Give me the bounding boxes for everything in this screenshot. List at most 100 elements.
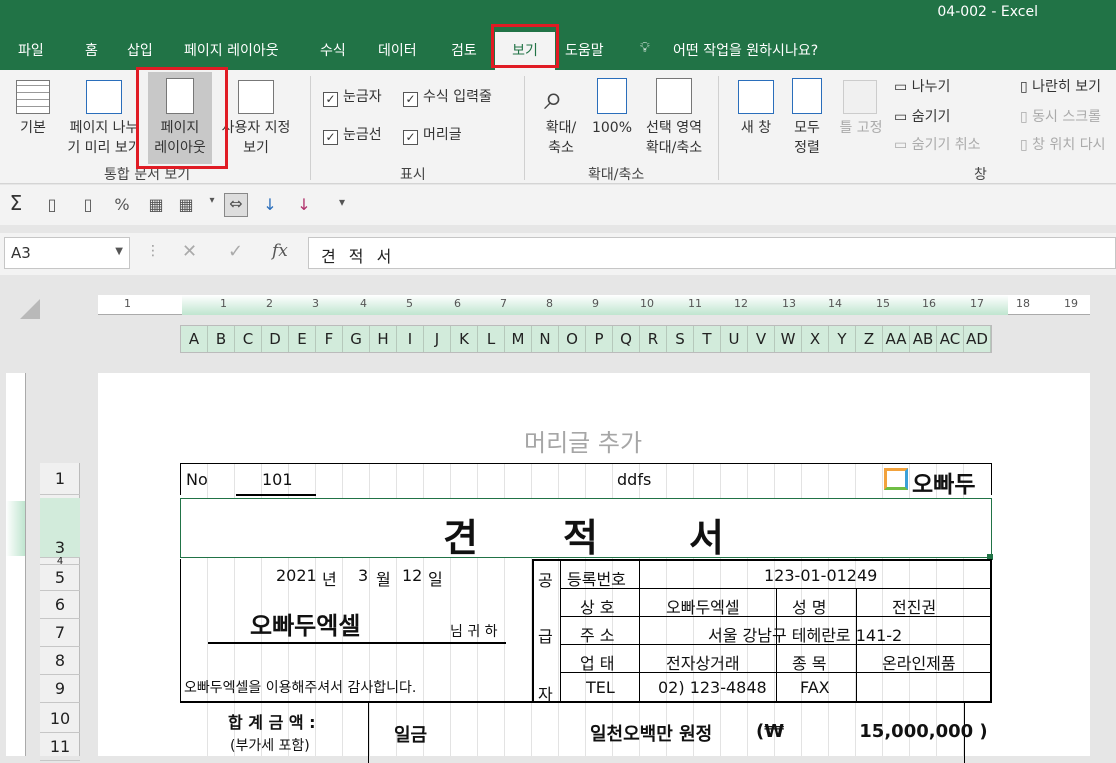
tab-data[interactable]: 데이터	[378, 40, 417, 62]
column-header-p[interactable]: P	[586, 326, 613, 352]
date-day[interactable]: 12	[402, 566, 422, 585]
column-header-q[interactable]: Q	[613, 326, 640, 352]
merge-cells-icon[interactable]: ▦	[144, 195, 168, 214]
normal-view-button[interactable]: 기본	[10, 118, 56, 138]
customize-qat-icon[interactable]: ▾	[330, 195, 354, 209]
column-header-c[interactable]: C	[235, 326, 262, 352]
gridlines-checkbox[interactable]: ✓ 눈금선	[323, 124, 382, 145]
title-cell[interactable]: 견 적 서	[180, 498, 992, 560]
column-header-a[interactable]: A	[181, 326, 208, 352]
split-button[interactable]: ▭ 나누기	[894, 76, 950, 96]
column-header-z[interactable]: Z	[856, 326, 883, 352]
insert-function-fx-icon[interactable]: fx	[272, 241, 288, 261]
column-header-g[interactable]: G	[343, 326, 370, 352]
arrange-all-button[interactable]: 모두 정렬	[786, 118, 828, 158]
autosum-icon[interactable]: Σ	[4, 191, 28, 215]
tab-file[interactable]: 파일	[18, 40, 44, 62]
fit-width-icon[interactable]: ⇔	[224, 193, 248, 217]
no-value[interactable]: 101	[262, 470, 293, 489]
reg-no-value[interactable]: 123-01-01249	[764, 566, 877, 585]
tab-page-layout[interactable]: 페이지 레이아웃	[184, 40, 279, 62]
column-header-l[interactable]: L	[478, 326, 505, 352]
client-name[interactable]: 오빠두엑셀	[250, 606, 360, 641]
ruler-checkbox[interactable]: ✓ 눈금자	[323, 86, 382, 107]
row-header-9[interactable]: 9	[40, 675, 80, 703]
column-header-t[interactable]: T	[694, 326, 721, 352]
column-header-aa[interactable]: AA	[883, 326, 910, 352]
formula-bar-checkbox[interactable]: ✓ 수식 입력줄	[403, 86, 492, 107]
ddfs-cell[interactable]: ddfs	[617, 470, 651, 489]
column-header-n[interactable]: N	[532, 326, 559, 352]
row-header-8[interactable]: 8	[40, 647, 80, 675]
column-header-s[interactable]: S	[667, 326, 694, 352]
column-header-r[interactable]: R	[640, 326, 667, 352]
insert-function-icon[interactable]: ▯	[40, 195, 64, 214]
column-header-ab[interactable]: AB	[910, 326, 937, 352]
freeze-panes-button[interactable]: 틀 고정	[834, 118, 888, 138]
custom-views-button[interactable]: 사용자 지정 보기	[216, 118, 296, 158]
tab-formulas[interactable]: 수식	[320, 40, 346, 62]
headings-checkbox[interactable]: ✓ 머리글	[403, 124, 462, 145]
total-amount-words[interactable]: 일천오백만 원정	[590, 720, 712, 746]
drag-handle-icon[interactable]: ⋮	[146, 243, 160, 259]
select-all-icon[interactable]	[20, 299, 40, 319]
address-value[interactable]: 서울 강남구 테헤란로 141-2	[708, 622, 902, 646]
column-header-e[interactable]: E	[289, 326, 316, 352]
borders-icon[interactable]: ▦	[174, 195, 198, 214]
date-month[interactable]: 3	[358, 566, 368, 585]
tab-insert[interactable]: 삽입	[127, 40, 153, 62]
paste-values-icon[interactable]: ▯	[76, 195, 100, 214]
tab-review[interactable]: 검토	[451, 40, 477, 62]
name-box[interactable]: A3 ▼	[4, 237, 130, 269]
column-header-w[interactable]: W	[775, 326, 802, 352]
sync-scroll-button[interactable]: ▯ 동시 스크롤	[1020, 106, 1101, 126]
column-header-b[interactable]: B	[208, 326, 235, 352]
column-header-ac[interactable]: AC	[937, 326, 964, 352]
unhide-button[interactable]: ▭ 숨기기 취소	[894, 134, 981, 154]
column-header-ad[interactable]: AD	[964, 326, 991, 352]
row-header-1[interactable]: 1	[40, 463, 80, 495]
tel-value[interactable]: 02) 123-4848	[658, 678, 767, 697]
item-value[interactable]: 온라인제품	[882, 650, 956, 674]
column-header-y[interactable]: Y	[829, 326, 856, 352]
enter-icon[interactable]: ✓	[228, 241, 243, 262]
cancel-icon[interactable]: ✕	[182, 241, 197, 262]
hide-button[interactable]: ▭ 숨기기	[894, 106, 950, 126]
total-amount[interactable]: (₩ 15,000,000 )	[756, 721, 988, 742]
header-placeholder[interactable]: 머리글 추가	[524, 423, 642, 458]
business-type-value[interactable]: 전자상거래	[666, 650, 740, 674]
zoom-to-selection-button[interactable]: 선택 영역 확대/축소	[638, 118, 710, 158]
date-year[interactable]: 2021	[276, 566, 317, 585]
tell-me-search[interactable]: 어떤 작업을 원하시나요?	[673, 40, 818, 62]
row-header-6[interactable]: 6	[40, 591, 80, 619]
zoom-100-button[interactable]: 100%	[590, 118, 634, 138]
column-header-x[interactable]: X	[802, 326, 829, 352]
column-header-f[interactable]: F	[316, 326, 343, 352]
column-header-o[interactable]: O	[559, 326, 586, 352]
sort-descending-icon[interactable]: ↓	[292, 195, 316, 214]
column-header-k[interactable]: K	[451, 326, 478, 352]
column-header-d[interactable]: D	[262, 326, 289, 352]
reset-window-position-button[interactable]: ▯ 창 위치 다시	[1020, 134, 1105, 154]
company-name-value[interactable]: 오빠두엑셀	[666, 594, 740, 618]
column-header-h[interactable]: H	[370, 326, 397, 352]
tab-help[interactable]: 도움말	[565, 40, 604, 62]
thanks-message[interactable]: 오빠두엑셀을 이용해주셔서 감사합니다.	[184, 677, 416, 697]
column-header-m[interactable]: M	[505, 326, 532, 352]
view-side-by-side-button[interactable]: ▯ 나란히 보기	[1020, 76, 1101, 96]
row-header-7[interactable]: 7	[40, 619, 80, 647]
no-label[interactable]: No	[186, 470, 208, 489]
sort-ascending-icon[interactable]: ↓	[258, 195, 282, 214]
zoom-button[interactable]: 확대/ 축소	[536, 118, 586, 158]
ceo-value[interactable]: 전진권	[892, 594, 936, 618]
row-header-3[interactable]: 3	[40, 498, 80, 558]
column-header-v[interactable]: V	[748, 326, 775, 352]
row-header-11[interactable]: 11	[40, 733, 80, 761]
column-header-u[interactable]: U	[721, 326, 748, 352]
new-window-button[interactable]: 새 창	[730, 118, 782, 138]
column-header-i[interactable]: I	[397, 326, 424, 352]
percent-format-icon[interactable]: %	[110, 195, 134, 214]
tab-home[interactable]: 홈	[85, 40, 98, 62]
column-header-j[interactable]: J	[424, 326, 451, 352]
row-header-10[interactable]: 10	[40, 705, 80, 733]
